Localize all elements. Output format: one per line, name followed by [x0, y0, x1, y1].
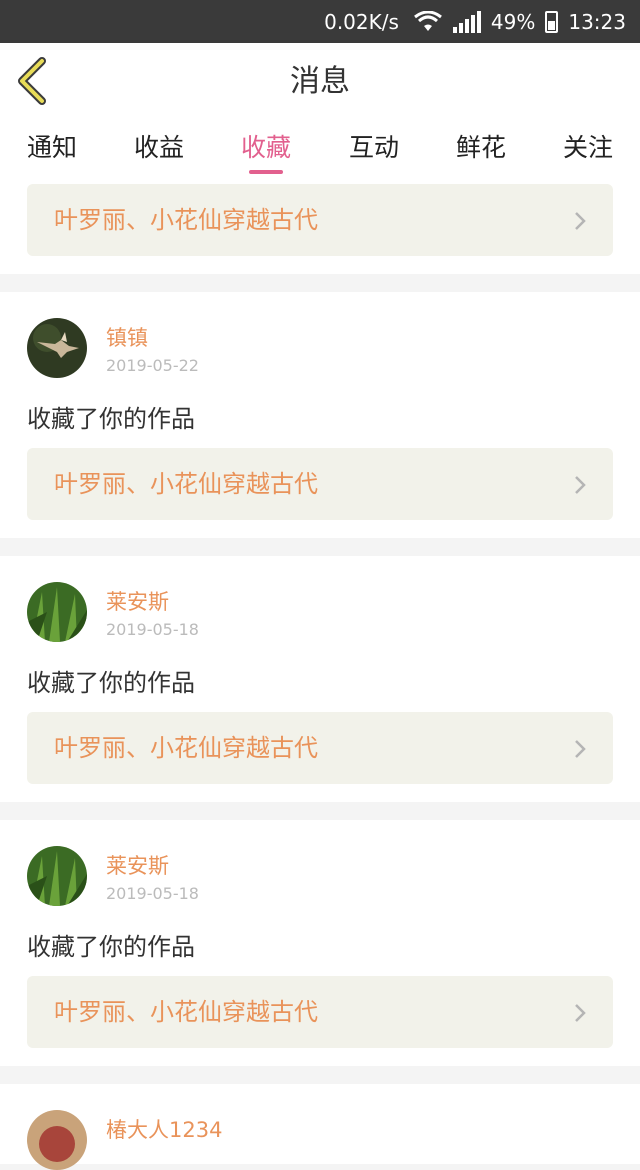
username[interactable]: 椿大人1234	[106, 1114, 222, 1144]
page-title: 消息	[290, 64, 350, 99]
tab-earnings[interactable]: 收益	[111, 120, 207, 184]
tab-notice[interactable]: 通知	[4, 120, 100, 184]
date: 2019-05-18	[106, 620, 199, 639]
work-title: 叶罗丽、小花仙穿越古代	[54, 734, 318, 762]
list-item: 莱安斯 2019-05-18 收藏了你的作品 叶罗丽、小花仙穿越古代	[0, 820, 640, 1066]
avatar[interactable]	[27, 582, 87, 642]
work-title: 叶罗丽、小花仙穿越古代	[54, 206, 318, 234]
tab-interaction[interactable]: 互动	[326, 120, 422, 184]
tab-bar: 通知 收益 收藏 互动 鲜花 关注	[0, 120, 640, 184]
list-item: 镇镇 2019-05-22 收藏了你的作品 叶罗丽、小花仙穿越古代	[0, 292, 640, 538]
list-item: 椿大人1234	[0, 1084, 640, 1170]
work-link[interactable]: 叶罗丽、小花仙穿越古代	[27, 448, 613, 520]
avatar[interactable]	[27, 1110, 87, 1170]
tab-favorites[interactable]: 收藏	[218, 120, 314, 184]
avatar[interactable]	[27, 846, 87, 906]
message-list: 叶罗丽、小花仙穿越古代 镇镇 2019-05-22 收藏了你的作品 叶罗丽、小花…	[0, 184, 640, 1170]
work-title: 叶罗丽、小花仙穿越古代	[54, 470, 318, 498]
signal-icon	[452, 10, 481, 33]
date: 2019-05-18	[106, 884, 199, 903]
chevron-right-icon	[575, 212, 586, 230]
username[interactable]: 莱安斯	[106, 586, 169, 616]
message-text: 收藏了你的作品	[27, 405, 195, 433]
list-item: 莱安斯 2019-05-18 收藏了你的作品 叶罗丽、小花仙穿越古代	[0, 556, 640, 802]
header: 消息	[0, 43, 640, 121]
clock: 13:23	[568, 9, 626, 34]
work-title: 叶罗丽、小花仙穿越古代	[54, 998, 318, 1026]
work-link[interactable]: 叶罗丽、小花仙穿越古代	[27, 712, 613, 784]
avatar[interactable]	[27, 318, 87, 378]
active-tab-indicator	[249, 170, 283, 174]
message-text: 收藏了你的作品	[27, 669, 195, 697]
network-speed: 0.02K/s	[324, 9, 399, 34]
tab-follow[interactable]: 关注	[540, 120, 636, 184]
wifi-icon	[413, 10, 442, 31]
chevron-right-icon	[575, 476, 586, 494]
username[interactable]: 镇镇	[106, 322, 148, 352]
work-link[interactable]: 叶罗丽、小花仙穿越古代	[27, 184, 613, 256]
chevron-right-icon	[575, 740, 586, 758]
date: 2019-05-22	[106, 356, 199, 375]
work-link[interactable]: 叶罗丽、小花仙穿越古代	[27, 976, 613, 1048]
username[interactable]: 莱安斯	[106, 850, 169, 880]
battery-percent: 49%	[490, 9, 536, 34]
tab-favorites-label: 收藏	[240, 133, 291, 162]
tab-flowers[interactable]: 鲜花	[433, 120, 529, 184]
status-bar: 0.02K/s 49% 13:23	[0, 0, 640, 43]
chevron-right-icon	[575, 1004, 586, 1022]
message-text: 收藏了你的作品	[27, 933, 195, 961]
battery-icon	[545, 10, 559, 33]
list-item: 叶罗丽、小花仙穿越古代	[0, 184, 640, 274]
